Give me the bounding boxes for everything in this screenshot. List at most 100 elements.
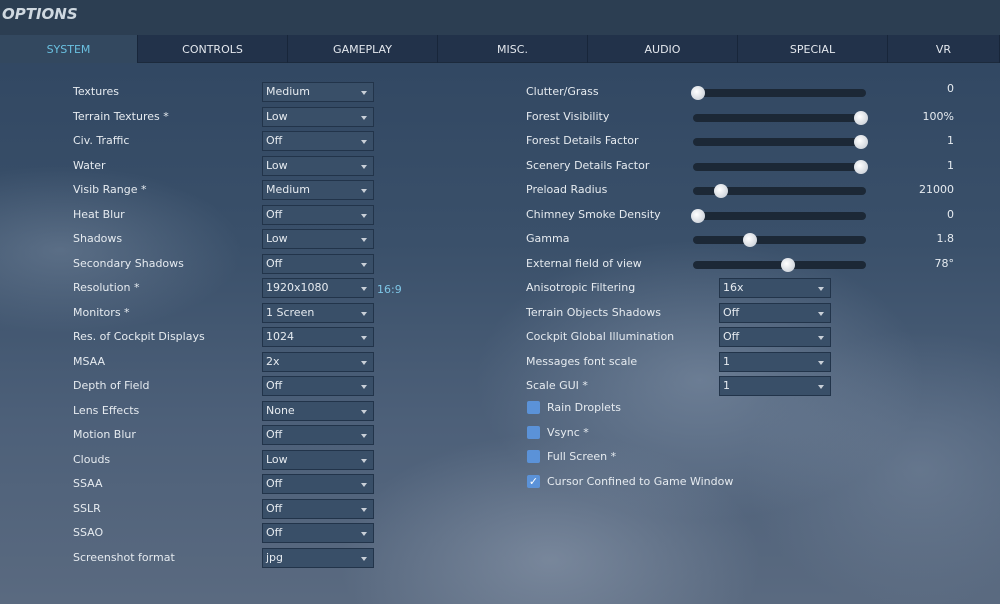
clutter-grass-slider[interactable] xyxy=(691,86,866,100)
forest-details-factor-label: Forest Details Factor xyxy=(526,134,639,147)
dropdown-value: Off xyxy=(266,477,283,490)
messages-font-scale-dropdown[interactable]: 1 xyxy=(719,351,831,372)
dropdown-value: Off xyxy=(266,134,283,147)
sslr-dropdown[interactable]: Off xyxy=(262,498,374,519)
forest-visibility-slider[interactable] xyxy=(693,110,868,125)
preload-radius-slider[interactable] xyxy=(693,184,866,198)
visib-range-dropdown[interactable]: Medium xyxy=(262,180,374,200)
chevron-down-icon xyxy=(818,287,824,291)
chevron-down-icon xyxy=(361,532,367,536)
chevron-down-icon xyxy=(818,360,824,365)
res-of-cockpit-displays-dropdown[interactable]: 1024 xyxy=(262,327,374,347)
chevron-down-icon xyxy=(361,556,367,561)
chimney-smoke-density-slider[interactable] xyxy=(691,208,866,223)
chevron-down-icon xyxy=(361,91,367,95)
slider-handle[interactable] xyxy=(691,208,705,223)
sslr-label: SSLR xyxy=(73,501,101,515)
heat-blur-dropdown[interactable]: Off xyxy=(262,204,374,225)
rain-droplets-checkbox[interactable] xyxy=(527,401,540,414)
messages-font-scale-label: Messages font scale xyxy=(526,354,638,368)
full-screen-checkbox[interactable] xyxy=(527,450,540,463)
clouds-dropdown[interactable]: Low xyxy=(262,449,374,470)
shadows-label: Shadows xyxy=(73,232,123,245)
msaa-dropdown[interactable]: 2x xyxy=(262,351,374,372)
tab-gameplay[interactable]: GAMEPLAY xyxy=(288,35,438,63)
chevron-down-icon xyxy=(361,311,367,316)
motion-blur-dropdown[interactable]: Off xyxy=(262,425,374,445)
chevron-down-icon xyxy=(361,238,367,242)
chevron-down-icon xyxy=(361,483,367,487)
terrain-textures-dropdown[interactable]: Low xyxy=(262,106,374,127)
chevron-down-icon xyxy=(361,360,367,365)
tab-special[interactable]: SPECIAL xyxy=(738,35,888,63)
page-title: OPTIONS xyxy=(2,5,78,23)
ssao-dropdown[interactable]: Off xyxy=(262,523,374,543)
depth-of-field-dropdown[interactable]: Off xyxy=(262,376,374,396)
dropdown-value: Off xyxy=(266,379,283,392)
civ-traffic-dropdown[interactable]: Off xyxy=(262,131,374,151)
chevron-down-icon xyxy=(361,189,367,193)
chevron-down-icon xyxy=(361,262,367,267)
dropdown-value: Low xyxy=(266,109,288,123)
aspect-ratio-label: 16:9 xyxy=(377,283,402,296)
cursor-confined-to-game-window-checkbox[interactable]: ✓ xyxy=(527,474,540,488)
slider-handle[interactable] xyxy=(854,110,868,125)
chevron-down-icon xyxy=(361,287,367,291)
textures-dropdown[interactable]: Medium xyxy=(262,82,374,102)
screenshot-format-dropdown[interactable]: jpg xyxy=(262,547,374,568)
slider-handle[interactable] xyxy=(743,233,758,247)
dropdown-value: Off xyxy=(266,501,283,515)
dropdown-value: Low xyxy=(266,452,288,466)
lens-effects-dropdown[interactable]: None xyxy=(262,400,374,421)
dropdown-value: None xyxy=(266,403,295,417)
water-dropdown[interactable]: Low xyxy=(262,155,374,176)
shadows-dropdown[interactable]: Low xyxy=(262,229,374,249)
cursor-confined-to-game-window-label: Cursor Confined to Game Window xyxy=(547,474,734,488)
gamma-slider[interactable] xyxy=(693,233,866,247)
slider-handle[interactable] xyxy=(854,159,868,174)
chevron-down-icon xyxy=(818,336,824,340)
msaa-label: MSAA xyxy=(73,354,106,368)
ssaa-dropdown[interactable]: Off xyxy=(262,474,374,494)
external-field-of-view-slider[interactable] xyxy=(693,257,866,272)
dropdown-value: jpg xyxy=(266,550,284,564)
tab-system[interactable]: SYSTEM xyxy=(0,35,138,63)
terrain-objects-shadows-dropdown[interactable]: Off xyxy=(719,302,831,323)
vsync-checkbox[interactable] xyxy=(527,425,540,439)
dropdown-value: 1 Screen xyxy=(266,305,315,319)
slider-handle[interactable] xyxy=(854,135,868,149)
monitors-dropdown[interactable]: 1 Screen xyxy=(262,302,374,323)
screenshot-format-label: Screenshot format xyxy=(73,550,175,564)
secondary-shadows-dropdown[interactable]: Off xyxy=(262,253,374,274)
terrain-objects-shadows-label: Terrain Objects Shadows xyxy=(526,305,661,319)
dropdown-value: Off xyxy=(723,305,740,319)
cockpit-global-illumination-dropdown[interactable]: Off xyxy=(719,327,831,347)
forest-visibility-value: 100% xyxy=(922,109,954,123)
civ-traffic-label: Civ. Traffic xyxy=(73,134,130,147)
tab-misc[interactable]: MISC. xyxy=(438,35,588,63)
forest-details-factor-slider[interactable] xyxy=(693,135,868,149)
lens-effects-label: Lens Effects xyxy=(73,403,140,417)
slider-handle[interactable] xyxy=(780,257,795,272)
clouds-label: Clouds xyxy=(73,452,111,466)
scale-gui-dropdown[interactable]: 1 xyxy=(719,376,831,396)
anisotropic-filtering-dropdown[interactable]: 16x xyxy=(719,278,831,298)
tab-vr[interactable]: VR xyxy=(888,35,1000,63)
ssaa-label: SSAA xyxy=(73,477,103,490)
tab-audio[interactable]: AUDIO xyxy=(588,35,738,63)
secondary-shadows-label: Secondary Shadows xyxy=(73,256,184,270)
tab-controls[interactable]: CONTROLS xyxy=(138,35,288,63)
dropdown-value: Off xyxy=(266,526,283,539)
dropdown-value: 1920x1080 xyxy=(266,281,329,294)
dropdown-value: Low xyxy=(266,232,288,245)
slider-handle[interactable] xyxy=(713,184,728,198)
slider-handle[interactable] xyxy=(691,86,705,100)
visib-range-label: Visib Range * xyxy=(73,183,147,196)
scenery-details-factor-slider[interactable] xyxy=(693,159,868,174)
motion-blur-label: Motion Blur xyxy=(73,428,136,441)
resolution-dropdown[interactable]: 1920x1080 xyxy=(262,278,374,298)
dropdown-value: 1024 xyxy=(266,330,294,343)
chimney-smoke-density-value: 0 xyxy=(947,207,954,221)
monitors-label: Monitors * xyxy=(73,305,130,319)
chevron-down-icon xyxy=(361,385,367,389)
